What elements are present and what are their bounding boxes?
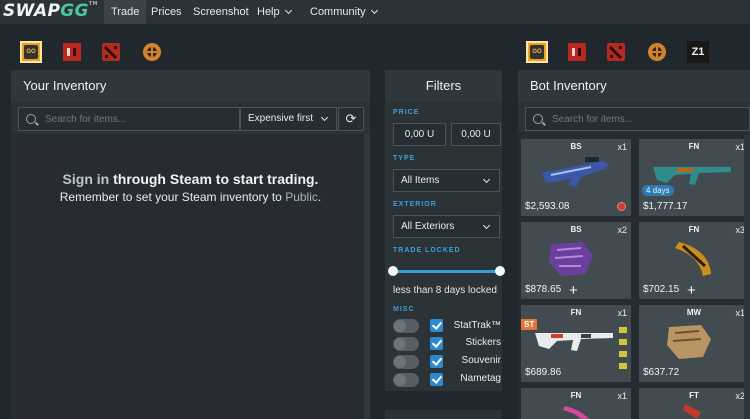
type-select[interactable]: All Items — [393, 169, 500, 192]
price-min-input[interactable]: 0,00 U — [393, 123, 446, 146]
refresh-icon[interactable]: ⟳ — [338, 107, 364, 131]
nav-prices[interactable]: Prices — [151, 0, 182, 24]
panel-title: Your Inventory — [11, 70, 370, 102]
nav-community[interactable]: Community — [310, 0, 378, 24]
inventory-scrollbar[interactable] — [364, 134, 370, 419]
add-icon[interactable]: + — [569, 283, 578, 298]
item-card[interactable]: ST FN x1 $689.86 — [521, 305, 631, 382]
bot-inventory-scrollbar[interactable] — [744, 135, 750, 419]
item-card[interactable]: BS x1 $2,593.08 — [521, 139, 631, 216]
add-icon[interactable]: + — [687, 283, 696, 298]
nav-trade[interactable]: Trade — [104, 0, 147, 24]
nav-help[interactable]: Help — [257, 0, 292, 24]
chevron-down-icon — [320, 113, 329, 122]
item-card[interactable]: MW x1 $637.72 — [639, 305, 749, 382]
stickers-toggle[interactable] — [393, 337, 419, 351]
h1z1-icon[interactable] — [61, 41, 83, 63]
your-inventory-panel: Your Inventory Search for items... Expen… — [11, 70, 370, 419]
public-link[interactable]: Public — [285, 190, 318, 204]
bot-inventory-title: Bot Inventory — [518, 70, 750, 102]
public-inventory-hint: Remember to set your Steam inventory to … — [59, 190, 322, 204]
trade-lock-badge: 4 days — [642, 185, 674, 196]
type-label: TYPE — [393, 155, 416, 162]
dota2-icon[interactable] — [605, 41, 627, 63]
item-card[interactable]: FN x3 $702.15 + — [639, 222, 749, 299]
signin-message: Sign in through Steam to start trading. — [62, 171, 319, 187]
stattrak-badge: ST — [521, 319, 538, 330]
csgo-icon[interactable]: GO — [526, 41, 548, 63]
z1-icon[interactable]: Z1 — [687, 41, 709, 63]
nametag-toggle[interactable] — [393, 373, 419, 387]
sticker-icon — [619, 363, 627, 369]
trade-locked-text: less than 8 days locked — [393, 285, 497, 296]
souvenir-toggle[interactable] — [393, 355, 419, 369]
h1z1-icon[interactable] — [566, 41, 588, 63]
search-icon — [26, 114, 36, 124]
item-card[interactable]: FT x2 — [639, 388, 749, 419]
sort-dropdown[interactable]: Expensive first — [240, 107, 337, 131]
tf2-icon[interactable] — [141, 41, 163, 63]
stickers-label: Stickers — [465, 337, 501, 348]
nametag-label: Nametag — [460, 373, 501, 384]
dota2-icon[interactable] — [100, 41, 122, 63]
chevron-down-icon — [284, 6, 292, 15]
stattrak-label: StatTrak™ — [453, 320, 501, 331]
exterior-label: EXTERIOR — [393, 201, 437, 208]
chevron-down-icon — [370, 6, 378, 15]
inventory-search-input[interactable]: Search for items... — [18, 107, 240, 131]
csgo-icon[interactable]: GO — [20, 41, 42, 63]
sticker-icon — [619, 339, 627, 345]
price-max-input[interactable]: 0,00 U — [451, 123, 501, 146]
tf2-icon[interactable] — [646, 41, 668, 63]
nav-screenshot[interactable]: Screenshot — [193, 0, 249, 24]
chevron-down-icon — [482, 221, 491, 230]
swapgg-logo[interactable]: SWAPGGTM — [3, 1, 98, 21]
bot-search-input[interactable]: Search for items... — [525, 107, 750, 131]
search-icon — [533, 114, 543, 124]
slider-handle-max[interactable] — [495, 266, 505, 276]
filters-title: Filters — [385, 70, 502, 102]
item-card[interactable]: BS x2 $878.65 + — [521, 222, 631, 299]
slider-handle-min[interactable] — [388, 266, 398, 276]
chevron-down-icon — [482, 175, 491, 184]
stattrak-toggle[interactable] — [393, 319, 419, 333]
trade-locked-slider[interactable] — [393, 270, 501, 273]
souvenir-label: Souvenir — [461, 355, 501, 366]
sticker-icon — [619, 327, 627, 333]
top-nav: SWAPGGTM Trade Prices Screenshot Help Co… — [0, 0, 750, 24]
filters-footer — [385, 410, 502, 419]
warning-icon — [617, 202, 626, 211]
signin-link[interactable]: Sign in — [63, 171, 110, 187]
item-card[interactable]: FN x1 — [521, 388, 631, 419]
price-label: PRICE — [393, 109, 420, 116]
misc-label: MISC — [393, 306, 415, 313]
item-card[interactable]: FN x1 4 days $1,777.17 — [639, 139, 749, 216]
trade-locked-label: TRADE LOCKED — [393, 247, 461, 254]
exterior-select[interactable]: All Exteriors — [393, 215, 500, 238]
sticker-icon — [619, 351, 627, 357]
